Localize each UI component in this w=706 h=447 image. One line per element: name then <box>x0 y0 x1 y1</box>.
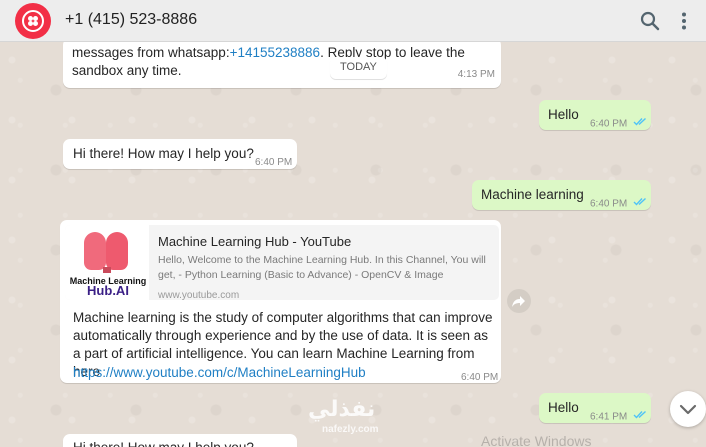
chevron-down-icon <box>679 404 697 415</box>
forward-icon[interactable] <box>507 289 531 313</box>
message-text: Hello <box>548 107 579 122</box>
incoming-message: Hi there! How may I help you? <box>63 434 297 447</box>
avatar-dot <box>33 21 38 26</box>
message-time: 6:41 PM <box>590 411 628 423</box>
preview-thumbnail: Machine Learning Hub.AI <box>65 225 149 300</box>
message-text: Hi there! How may I help you? <box>73 439 254 447</box>
whatsapp-web-window: +1 (415) 523-8886 messages from whatsapp… <box>0 0 706 447</box>
message-text: messages from whatsapp:+14155238886. Rep… <box>72 45 465 78</box>
read-receipt-icon <box>633 115 648 133</box>
twilio-logo-icon[interactable] <box>15 3 51 39</box>
incoming-message: messages from whatsapp:+14155238886. Rep… <box>63 42 501 88</box>
read-receipt-icon <box>633 195 648 213</box>
youtube-link[interactable]: https://www.youtube.com/c/MachineLearnin… <box>73 364 366 382</box>
phone-link[interactable]: +14155238886 <box>230 45 320 60</box>
watermark-sub: nafezly.com <box>322 424 379 435</box>
preview-title: Machine Learning Hub - YouTube <box>158 234 352 249</box>
brain-icon <box>106 232 128 270</box>
more-vertical-icon[interactable] <box>672 9 696 33</box>
outgoing-message: Machine learning 6:40 PM <box>472 180 651 210</box>
brain-icon <box>84 232 106 270</box>
message-text: Hi there! How may I help you? <box>73 146 254 161</box>
message-text: Machine learning <box>481 187 584 202</box>
message-time: 6:40 PM <box>590 118 628 130</box>
contact-name[interactable]: +1 (415) 523-8886 <box>65 11 197 29</box>
message-time: 6:40 PM <box>255 157 293 168</box>
outgoing-message: Hello 6:40 PM <box>539 100 651 130</box>
activate-windows-overlay: Activate Windows <box>481 433 592 447</box>
watermark: نفذلي <box>308 396 376 421</box>
chat-header: +1 (415) 523-8886 <box>0 0 706 42</box>
link-preview[interactable]: Machine Learning Hub.AI Machine Learning… <box>65 225 499 300</box>
scroll-down-button[interactable] <box>670 391 706 427</box>
preview-description: Hello, Welcome to the Machine Learning H… <box>158 254 486 281</box>
message-time: 6:40 PM <box>590 198 628 210</box>
message-list[interactable]: messages from whatsapp:+14155238886. Rep… <box>0 42 706 447</box>
incoming-message: Machine Learning Hub.AI Machine Learning… <box>60 220 501 383</box>
incoming-message: Hi there! How may I help you? 6:40 PM <box>63 139 297 169</box>
search-icon[interactable] <box>638 9 662 33</box>
preview-url: www.youtube.com <box>158 290 240 300</box>
message-text: Hello <box>548 400 579 415</box>
message-time: 6:40 PM <box>461 372 499 383</box>
thumbnail-text: Hub.AI <box>87 283 129 298</box>
date-divider: TODAY <box>330 57 387 79</box>
read-receipt-icon <box>633 408 648 426</box>
outgoing-message: Hello 6:41 PM <box>539 393 651 423</box>
message-time: 4:13 PM <box>457 69 495 80</box>
